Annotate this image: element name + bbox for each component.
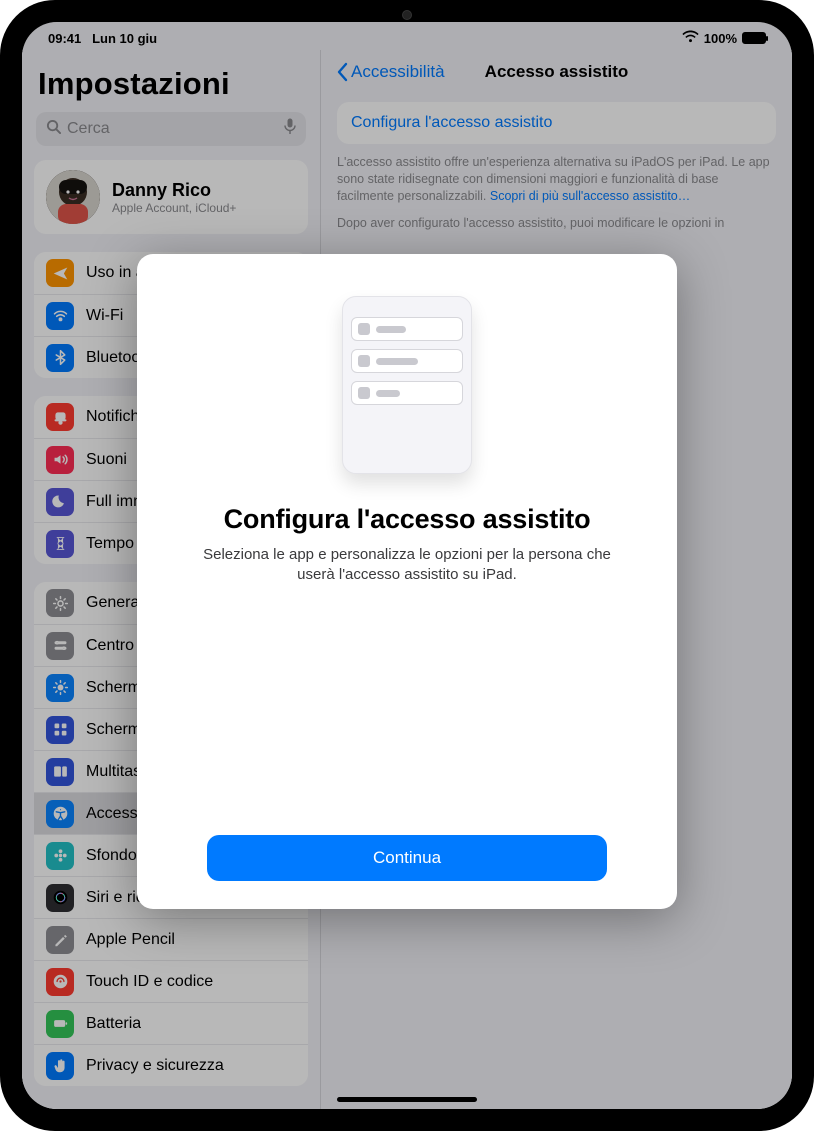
illus-row: [351, 317, 463, 341]
modal-body: Seleziona le app e personalizza le opzio…: [197, 545, 617, 586]
illus-row: [351, 349, 463, 373]
illus-row: [351, 381, 463, 405]
modal-illustration: [342, 296, 472, 474]
home-indicator[interactable]: [337, 1097, 477, 1102]
front-camera: [402, 10, 412, 20]
modal-title: Configura l'accesso assistito: [224, 504, 591, 535]
assistive-setup-modal: Configura l'accesso assistito Seleziona …: [137, 254, 677, 909]
continue-button[interactable]: Continua: [207, 835, 607, 881]
